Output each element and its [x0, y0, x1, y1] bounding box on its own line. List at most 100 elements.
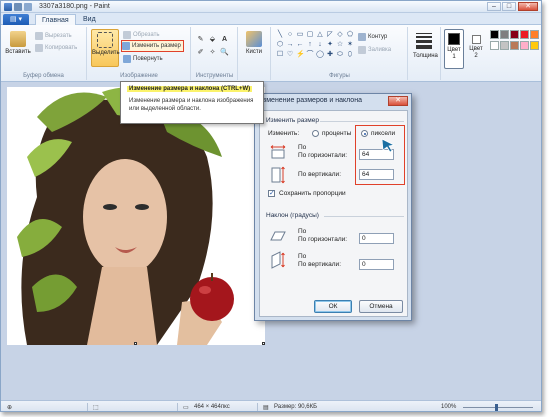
zoom-slider[interactable] [463, 407, 533, 408]
close-button[interactable]: ✕ [518, 2, 538, 11]
shape-tool-icon[interactable]: ← [296, 41, 304, 49]
percent-radio[interactable] [312, 130, 319, 137]
ok-button[interactable]: ОК [314, 300, 352, 313]
tab-view[interactable]: Вид [77, 14, 102, 25]
eraser-icon[interactable]: ✐ [196, 48, 205, 57]
shape-tool-icon[interactable]: ⬡ [276, 41, 284, 49]
skew-vertical-input[interactable]: 0 [359, 259, 394, 270]
shape-tool-icon[interactable]: ╲ [276, 31, 284, 39]
cut-button[interactable]: Вырезать [35, 31, 72, 41]
brushes-button[interactable]: Кисти [243, 29, 265, 69]
shape-tool-icon[interactable]: ⬭ [336, 51, 344, 59]
palette-swatch[interactable] [510, 30, 519, 39]
tab-home[interactable]: Главная [35, 14, 76, 25]
palette-swatch[interactable] [490, 41, 499, 50]
palette-swatch[interactable] [520, 41, 529, 50]
select-button[interactable]: Выделить [91, 29, 120, 67]
copy-label: Копировать [45, 45, 78, 51]
fill-shape-icon [358, 46, 366, 54]
canvas-image[interactable] [7, 87, 265, 345]
shape-tool-icon[interactable]: ↓ [316, 41, 324, 49]
shape-tool-icon[interactable]: ◸ [326, 31, 334, 39]
copy-button[interactable]: Копировать [35, 43, 77, 53]
selection-icon [97, 32, 113, 48]
outline-icon [358, 33, 366, 41]
shapes-group-label: Фигуры [329, 73, 350, 79]
palette-swatch[interactable] [490, 30, 499, 39]
add-icon: ⊕ [7, 405, 13, 411]
shape-tool-icon[interactable]: ⬠ [346, 31, 354, 39]
thickness-button[interactable]: Толщина [413, 29, 438, 69]
rotate-button[interactable]: Повернуть [123, 54, 163, 64]
shape-tool-icon[interactable]: ◇ [336, 31, 344, 39]
palette-swatch[interactable] [510, 41, 519, 50]
palette-swatch[interactable] [530, 30, 539, 39]
shape-tool-icon[interactable]: ☐ [276, 51, 284, 59]
fill-icon[interactable]: ⬙ [208, 35, 217, 44]
shape-tool-icon[interactable]: ✚ [326, 51, 334, 59]
select-label: Выделить [92, 50, 120, 56]
paste-button[interactable]: Вставить [5, 29, 31, 69]
color1-button[interactable]: Цвет 1 [444, 29, 464, 69]
palette-swatch[interactable] [500, 30, 509, 39]
resize-button[interactable]: Изменить размер [121, 40, 184, 52]
clipboard-group: Вставить Вырезать Копировать Буфер обмен… [1, 27, 87, 80]
selection-size-icon: ⬚ [93, 405, 99, 411]
thickness-label: Толщина [413, 53, 438, 59]
shape-tool-icon[interactable]: ▭ [296, 31, 304, 39]
horizontal-skew-icon [270, 231, 286, 241]
paste-icon [10, 31, 26, 47]
save-quick-icon[interactable] [14, 3, 22, 11]
shape-tool-icon[interactable]: ⚡ [296, 51, 305, 59]
shape-tool-icon[interactable]: ▢ [306, 31, 314, 39]
outline-button[interactable]: Контур [358, 32, 387, 42]
pencil-icon[interactable]: ✎ [196, 35, 205, 44]
text-icon[interactable]: A [220, 35, 229, 44]
minimize-button[interactable]: – [487, 2, 501, 11]
skew-horizontal-input[interactable]: 0 [359, 233, 394, 244]
resize-vertical-label: По вертикали: [298, 171, 341, 178]
palette-swatch[interactable] [500, 41, 509, 50]
ribbon: Вставить Вырезать Копировать Буфер обмен… [1, 25, 541, 82]
color2-button[interactable]: Цвет 2 [467, 29, 485, 69]
shape-tool-icon[interactable]: ⬯ [346, 51, 354, 59]
image-size-icon: ▭ [183, 405, 189, 411]
dialog-body: Изменить размер Изменить: проценты пиксе… [259, 110, 408, 317]
magnifier-icon[interactable]: 🔍 [220, 48, 229, 57]
shape-tool-icon[interactable]: ♡ [286, 51, 294, 59]
shape-tool-icon[interactable]: ◯ [316, 51, 324, 59]
shape-tool-icon[interactable]: ↑ [306, 41, 314, 49]
palette-swatch[interactable] [520, 30, 529, 39]
skew-section-title: Наклон (градусы) [266, 212, 319, 219]
crop-icon [123, 31, 131, 39]
tools-group: ✎ ⬙ A ✐ ✧ 🔍 Инструменты [192, 27, 238, 80]
resize-handle-corner[interactable] [262, 342, 265, 345]
shape-tool-icon[interactable]: ⌒ [306, 51, 314, 59]
dialog-close-button[interactable]: ✕ [388, 96, 408, 106]
shape-tool-icon[interactable]: ○ [286, 31, 294, 39]
crop-button[interactable]: Обрезать [123, 30, 159, 40]
skew-vertical-label: По вертикали: [298, 261, 341, 268]
status-separator [177, 403, 178, 411]
shape-tool-icon[interactable]: ✶ [346, 41, 354, 49]
shape-tool-icon[interactable]: → [286, 41, 294, 49]
tooltip-title: Изменение размера и наклона (CTRL+W) [127, 86, 253, 92]
vertical-resize-icon [271, 166, 285, 184]
maximize-button[interactable]: □ [502, 2, 516, 11]
shape-tool-icon[interactable]: △ [316, 31, 324, 39]
shape-tool-icon[interactable]: ✦ [326, 41, 334, 49]
color1-label: Цвет 1 [447, 47, 461, 60]
resize-handle-bottom[interactable] [134, 342, 137, 345]
vertical-skew-icon [271, 251, 285, 269]
shape-tool-icon[interactable]: ☆ [336, 41, 344, 49]
skew-horizontal-label: По горизонтали: [298, 236, 348, 243]
palette-swatch[interactable] [530, 41, 539, 50]
undo-quick-icon[interactable] [24, 3, 32, 11]
fill-label: Заливка [368, 47, 392, 53]
zoom-slider-thumb[interactable] [495, 404, 498, 411]
file-menu-button[interactable]: ▤ ▾ [3, 14, 29, 25]
fill-shape-button[interactable]: Заливка [358, 45, 391, 55]
keep-ratio-checkbox[interactable] [268, 189, 275, 197]
cancel-button[interactable]: Отмена [359, 300, 403, 313]
color-picker-icon[interactable]: ✧ [208, 48, 217, 57]
